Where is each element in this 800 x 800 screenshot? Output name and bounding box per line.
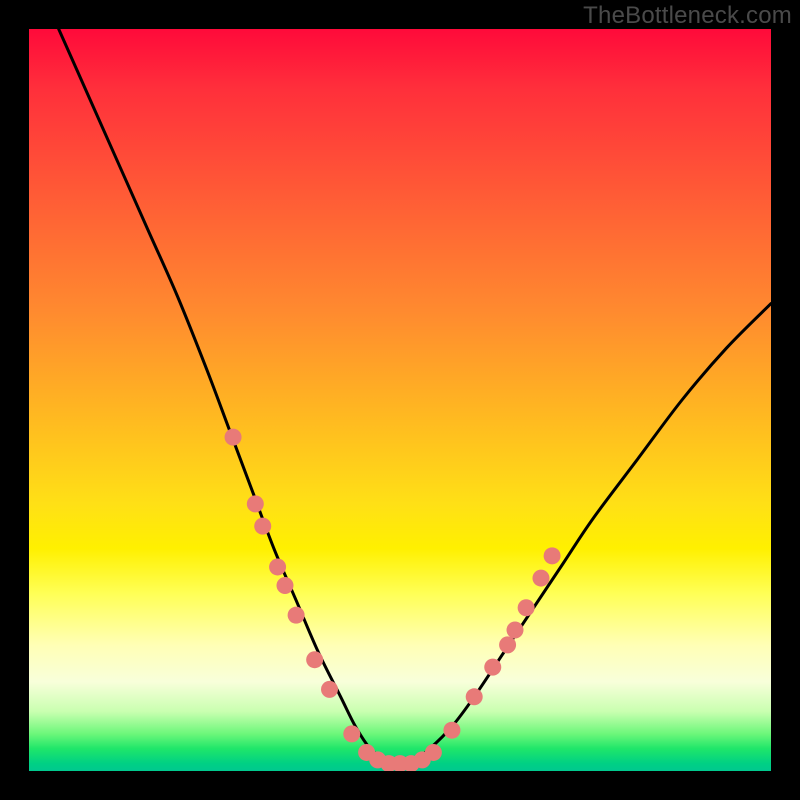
curve-marker	[269, 558, 286, 575]
curve-marker	[425, 744, 442, 761]
curve-marker	[484, 659, 501, 676]
watermark-text: TheBottleneck.com	[583, 2, 792, 30]
curve-marker	[276, 577, 293, 594]
curve-marker	[254, 518, 271, 535]
chart-frame: TheBottleneck.com	[0, 0, 800, 800]
curve-marker	[544, 547, 561, 564]
curve-layer	[29, 29, 771, 771]
curve-marker	[343, 725, 360, 742]
curve-marker	[466, 688, 483, 705]
curve-marker	[518, 599, 535, 616]
curve-marker	[321, 681, 338, 698]
plot-area	[29, 29, 771, 771]
curve-marker	[532, 570, 549, 587]
curve-markers	[225, 429, 561, 771]
curve-marker	[288, 607, 305, 624]
curve-marker	[306, 651, 323, 668]
curve-marker	[507, 622, 524, 639]
curve-marker	[443, 722, 460, 739]
curve-marker	[225, 429, 242, 446]
curve-marker	[499, 636, 516, 653]
curve-marker	[247, 495, 264, 512]
bottleneck-curve	[59, 29, 771, 764]
